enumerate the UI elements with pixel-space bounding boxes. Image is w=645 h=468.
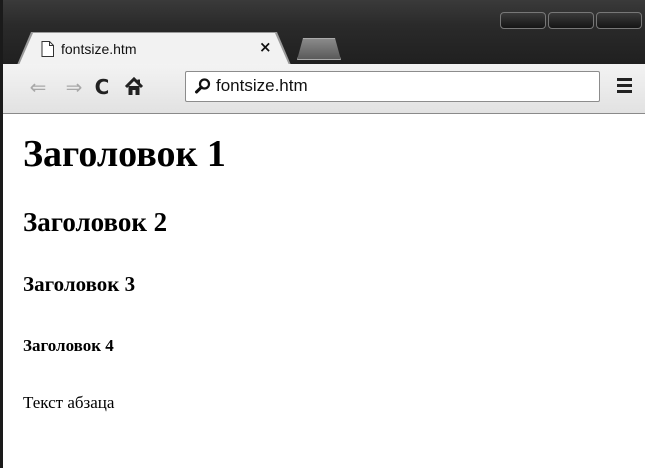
window-controls: [498, 12, 642, 29]
tab-close-icon[interactable]: ×: [259, 37, 272, 57]
heading-2: Заголовок 2: [23, 207, 168, 237]
search-icon: [195, 78, 211, 94]
menu-bar-line: [617, 90, 632, 93]
heading-1: Заголовок 1: [23, 133, 226, 175]
browser-toolbar: ⇐ ⇒ C: [3, 64, 645, 114]
forward-arrow-icon[interactable]: ⇒: [61, 73, 87, 101]
back-arrow-icon[interactable]: ⇐: [25, 73, 51, 101]
browser-tab[interactable]: fontsize.htm ×: [19, 33, 289, 65]
tab-title: fontsize.htm: [61, 41, 137, 57]
address-input[interactable]: [216, 74, 586, 98]
title-bar: fontsize.htm ×: [3, 0, 645, 65]
paragraph-text: Текст абзаца: [23, 393, 115, 412]
heading-3: Заголовок 3: [23, 272, 136, 296]
menu-bar-line: [617, 78, 632, 81]
home-icon[interactable]: [121, 73, 147, 101]
browser-window: fontsize.htm × ⇐ ⇒ C fontsize.htm Заголо…: [0, 0, 645, 468]
new-tab-button[interactable]: [297, 38, 341, 60]
hamburger-menu-icon[interactable]: [615, 78, 635, 96]
menu-bar-line: [617, 84, 632, 87]
heading-4: Заголовок 4: [23, 336, 114, 355]
maximize-button[interactable]: [548, 12, 594, 29]
page-icon: [41, 41, 54, 57]
minimize-button[interactable]: [500, 12, 546, 29]
page-content: Заголовок 1 Заголовок 2 Заголовок 3 Заго…: [3, 114, 645, 468]
close-window-button[interactable]: [596, 12, 642, 29]
address-bar[interactable]: [185, 71, 600, 102]
reload-icon[interactable]: C: [89, 73, 115, 101]
